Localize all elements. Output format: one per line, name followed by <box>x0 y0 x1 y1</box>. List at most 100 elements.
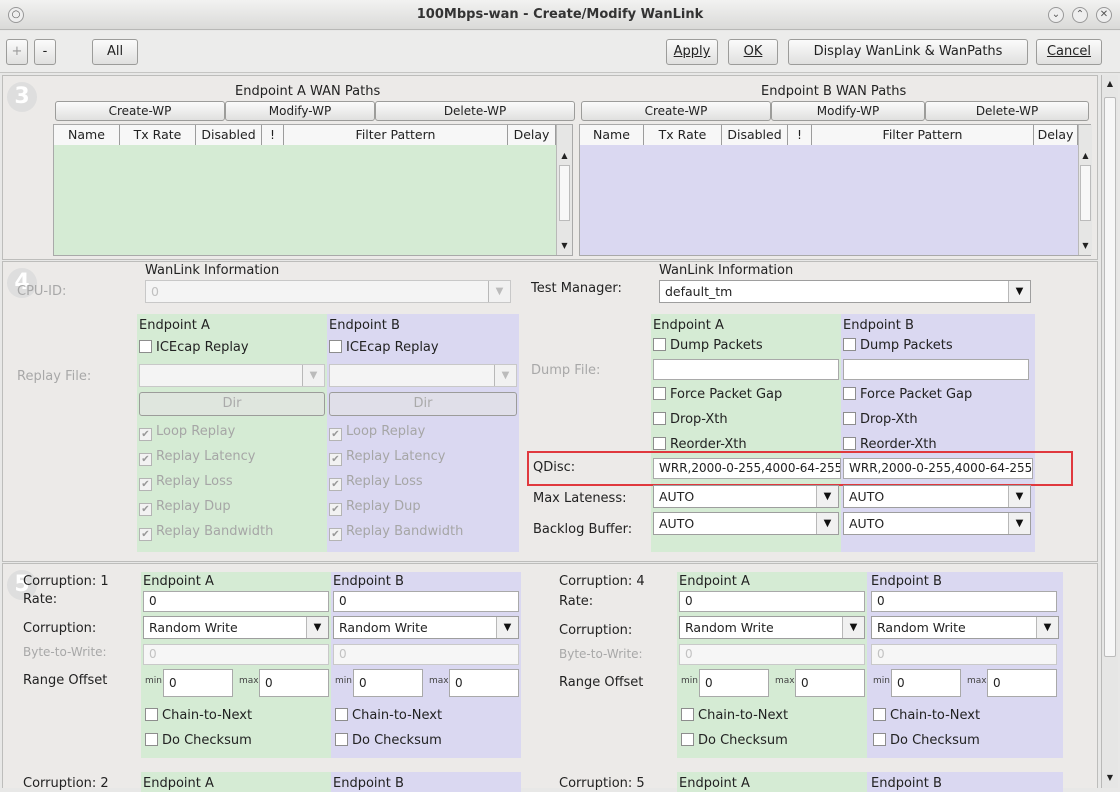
scroll-down-icon[interactable]: ▼ <box>1102 771 1118 785</box>
byte-to-write-b4-input[interactable]: 0 <box>871 644 1057 665</box>
col-filter-pattern[interactable]: Filter Pattern <box>812 125 1034 145</box>
delete-wp-a-button[interactable]: Delete-WP <box>375 101 575 121</box>
icecap-replay-a-checkbox[interactable]: ICEcap Replay <box>139 340 249 355</box>
max-lateness-a-select[interactable]: AUTO ▼ <box>653 485 839 508</box>
close-icon[interactable]: ✕ <box>1096 7 1112 23</box>
scroll-down-icon[interactable]: ▼ <box>1079 239 1092 253</box>
replay-loss-a-checkbox[interactable]: ✔ Replay Loss <box>139 474 233 491</box>
scroll-up-icon[interactable]: ▲ <box>557 149 572 163</box>
reorder-xth-b-checkbox[interactable]: Reorder-Xth <box>843 437 937 452</box>
wan-paths-a-scrollbar[interactable]: ▲ ▼ <box>556 125 572 255</box>
replay-loss-b-checkbox[interactable]: ✔ Replay Loss <box>329 474 423 491</box>
drop-xth-b-checkbox[interactable]: Drop-Xth <box>843 412 918 427</box>
col-flag[interactable]: ! <box>262 125 284 145</box>
drop-xth-a-checkbox[interactable]: Drop-Xth <box>653 412 728 427</box>
corruption-mode-a-select[interactable]: Random Write ▼ <box>143 616 329 639</box>
test-manager-select[interactable]: default_tm ▼ <box>659 280 1031 303</box>
do-checksum-b4-checkbox[interactable]: Do Checksum <box>873 733 980 748</box>
reorder-xth-a-checkbox[interactable]: Reorder-Xth <box>653 437 747 452</box>
cpu-id-select[interactable]: 0 ▼ <box>145 280 511 303</box>
col-tx-rate[interactable]: Tx Rate <box>644 125 722 145</box>
scrollbar-thumb[interactable] <box>1080 165 1091 221</box>
force-packet-gap-b-checkbox[interactable]: Force Packet Gap <box>843 387 972 402</box>
replay-bandwidth-a-checkbox[interactable]: ✔ Replay Bandwidth <box>139 524 273 541</box>
replay-file-b-select[interactable]: ▼ <box>329 364 517 387</box>
scroll-up-icon[interactable]: ▲ <box>1102 77 1118 91</box>
icecap-replay-b-checkbox[interactable]: ICEcap Replay <box>329 340 439 355</box>
backlog-buffer-b-select[interactable]: AUTO ▼ <box>843 512 1031 535</box>
wan-paths-b-scrollbar[interactable]: ▲ ▼ <box>1078 125 1092 255</box>
chain-to-next-b4-checkbox[interactable]: Chain-to-Next <box>873 708 980 723</box>
col-tx-rate[interactable]: Tx Rate <box>120 125 196 145</box>
range-max-b4-input[interactable]: 0 <box>987 669 1057 697</box>
col-disabled[interactable]: Disabled <box>196 125 262 145</box>
range-max-a4-input[interactable]: 0 <box>795 669 865 697</box>
max-lateness-b-select[interactable]: AUTO ▼ <box>843 485 1031 508</box>
replay-latency-b-checkbox[interactable]: ✔ Replay Latency <box>329 449 446 466</box>
all-button[interactable]: All <box>92 39 138 65</box>
replay-bandwidth-b-checkbox[interactable]: ✔ Replay Bandwidth <box>329 524 463 541</box>
rate-a-input[interactable]: 0 <box>143 591 329 612</box>
corruption-mode-b-select[interactable]: Random Write ▼ <box>333 616 519 639</box>
replay-file-a-select[interactable]: ▼ <box>139 364 325 387</box>
main-scrollbar[interactable]: ▲ ▼ <box>1101 75 1118 788</box>
wan-paths-b-table[interactable]: Name Tx Rate Disabled ! Filter Pattern D… <box>579 124 1092 256</box>
replay-dup-a-checkbox[interactable]: ✔ Replay Dup <box>139 499 231 516</box>
range-max-b-input[interactable]: 0 <box>449 669 519 697</box>
col-name[interactable]: Name <box>580 125 644 145</box>
loop-replay-b-checkbox[interactable]: ✔ Loop Replay <box>329 424 425 441</box>
byte-to-write-b-input[interactable]: 0 <box>333 644 519 665</box>
minimize-icon[interactable]: ⌄ <box>1048 7 1064 23</box>
col-filter-pattern[interactable]: Filter Pattern <box>284 125 508 145</box>
do-checksum-a4-checkbox[interactable]: Do Checksum <box>681 733 788 748</box>
create-wp-b-button[interactable]: Create-WP <box>581 101 771 121</box>
corruption-mode-b4-select[interactable]: Random Write ▼ <box>871 616 1059 639</box>
modify-wp-b-button[interactable]: Modify-WP <box>771 101 925 121</box>
chain-to-next-b-checkbox[interactable]: Chain-to-Next <box>335 708 442 723</box>
backlog-buffer-a-select[interactable]: AUTO ▼ <box>653 512 839 535</box>
scroll-up-icon[interactable]: ▲ <box>1079 149 1092 163</box>
col-delay[interactable]: Delay <box>1034 125 1078 145</box>
modify-wp-a-button[interactable]: Modify-WP <box>225 101 375 121</box>
force-packet-gap-a-checkbox[interactable]: Force Packet Gap <box>653 387 782 402</box>
apply-button[interactable]: Apply <box>666 39 718 65</box>
dir-a-button[interactable]: Dir <box>139 392 325 416</box>
range-min-a4-input[interactable]: 0 <box>699 669 769 697</box>
chain-to-next-a-checkbox[interactable]: Chain-to-Next <box>145 708 252 723</box>
dump-packets-a-checkbox[interactable]: Dump Packets <box>653 338 763 353</box>
display-wanlink-button[interactable]: Display WanLink & WanPaths <box>788 39 1028 65</box>
replay-dup-b-checkbox[interactable]: ✔ Replay Dup <box>329 499 421 516</box>
rate-a4-input[interactable]: 0 <box>679 591 865 612</box>
chain-to-next-a4-checkbox[interactable]: Chain-to-Next <box>681 708 788 723</box>
maximize-icon[interactable]: ⌃ <box>1072 7 1088 23</box>
create-wp-a-button[interactable]: Create-WP <box>55 101 225 121</box>
col-disabled[interactable]: Disabled <box>722 125 788 145</box>
do-checksum-a-checkbox[interactable]: Do Checksum <box>145 733 252 748</box>
ok-button[interactable]: OK <box>728 39 778 65</box>
rate-b4-input[interactable]: 0 <box>871 591 1057 612</box>
byte-to-write-a-input[interactable]: 0 <box>143 644 329 665</box>
replay-latency-a-checkbox[interactable]: ✔ Replay Latency <box>139 449 256 466</box>
add-button[interactable]: + <box>6 39 28 65</box>
corruption-mode-a4-select[interactable]: Random Write ▼ <box>679 616 865 639</box>
cancel-button[interactable]: Cancel <box>1036 39 1102 65</box>
do-checksum-b-checkbox[interactable]: Do Checksum <box>335 733 442 748</box>
dir-b-button[interactable]: Dir <box>329 392 517 416</box>
dump-packets-b-checkbox[interactable]: Dump Packets <box>843 338 953 353</box>
byte-to-write-a4-input[interactable]: 0 <box>679 644 865 665</box>
col-delay[interactable]: Delay <box>508 125 556 145</box>
col-name[interactable]: Name <box>54 125 120 145</box>
scroll-down-icon[interactable]: ▼ <box>557 239 572 253</box>
col-flag[interactable]: ! <box>788 125 812 145</box>
rate-b-input[interactable]: 0 <box>333 591 519 612</box>
dump-file-b-input[interactable] <box>843 359 1029 380</box>
dump-file-a-input[interactable] <box>653 359 839 380</box>
scrollbar-thumb[interactable] <box>1104 97 1116 657</box>
loop-replay-a-checkbox[interactable]: ✔ Loop Replay <box>139 424 235 441</box>
delete-wp-b-button[interactable]: Delete-WP <box>925 101 1089 121</box>
remove-button[interactable]: - <box>34 39 56 65</box>
range-min-b4-input[interactable]: 0 <box>891 669 961 697</box>
range-max-a-input[interactable]: 0 <box>259 669 329 697</box>
range-min-b-input[interactable]: 0 <box>353 669 423 697</box>
wan-paths-a-table[interactable]: Name Tx Rate Disabled ! Filter Pattern D… <box>53 124 573 256</box>
